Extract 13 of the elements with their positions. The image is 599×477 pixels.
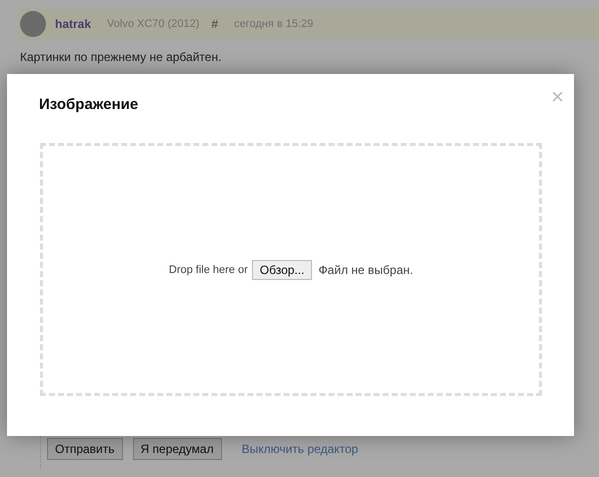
- browse-button[interactable]: Обзор...: [252, 260, 312, 280]
- dialog-title: Изображение: [39, 96, 138, 113]
- post-text: Картинки по прежнему не арбайтен.: [20, 50, 222, 64]
- permalink[interactable]: #: [211, 17, 218, 31]
- drop-hint: Drop file here or: [168, 264, 248, 276]
- avatar: [20, 11, 46, 37]
- car-name: Volvo XC70 (2012): [107, 18, 200, 30]
- submit-button[interactable]: Отправить: [47, 438, 123, 460]
- file-status: Файл не выбран.: [318, 262, 414, 276]
- drop-zone[interactable]: Drop file here or Обзор... Файл не выбран.: [40, 143, 542, 396]
- cancel-button[interactable]: Я передумал: [132, 438, 222, 460]
- author-name[interactable]: hatrak: [55, 17, 92, 31]
- post-time: сегодня в 15:29: [234, 18, 314, 30]
